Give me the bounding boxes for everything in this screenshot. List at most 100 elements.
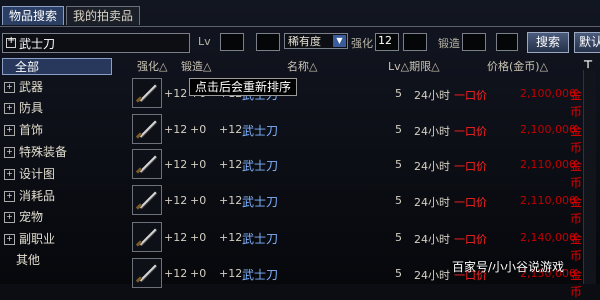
header-enhance[interactable]: 强化△ bbox=[137, 58, 167, 74]
item-name-input[interactable]: 武士刀 bbox=[2, 33, 190, 53]
row-amplify: +12 bbox=[219, 123, 243, 136]
row-period: 24小时 bbox=[414, 125, 450, 138]
tab-divider bbox=[0, 26, 600, 27]
table-row[interactable]: +12 +0 +12 武士刀 5 24小时 一口价 2,110,000 金币 bbox=[132, 149, 582, 190]
category-pet[interactable]: + 宠物 bbox=[2, 209, 110, 226]
row-item-name: 武士刀 bbox=[242, 268, 279, 282]
row-forge: +0 bbox=[190, 158, 207, 171]
category-label: 宠物 bbox=[19, 210, 44, 224]
category-accessory[interactable]: + 首饰 bbox=[2, 122, 110, 139]
category-label: 首饰 bbox=[19, 123, 44, 137]
forge-label: 锻造 bbox=[438, 37, 460, 50]
category-label: 特殊装备 bbox=[19, 145, 68, 159]
row-amplify: +12 bbox=[219, 158, 243, 171]
sword-icon[interactable] bbox=[132, 185, 162, 215]
row-buyout-label: 一口价 bbox=[454, 125, 487, 138]
table-row[interactable]: +12+0+12武士刀524小时一口价2,100,000金币 bbox=[132, 114, 582, 155]
expand-plus-icon[interactable]: + bbox=[4, 103, 15, 114]
header-forge[interactable]: 锻造△ bbox=[181, 58, 211, 74]
row-lv: 5 bbox=[395, 267, 402, 280]
row-amplify: +12 bbox=[219, 194, 243, 207]
row-item-name: 武士刀 bbox=[242, 159, 279, 173]
expand-plus-icon[interactable]: + bbox=[4, 147, 15, 158]
row-price: 2,100,000 bbox=[520, 87, 576, 100]
category-label: 副职业 bbox=[19, 232, 56, 246]
expand-plus-icon[interactable]: + bbox=[4, 82, 15, 93]
category-armor[interactable]: + 防具 bbox=[2, 100, 110, 117]
category-consumable[interactable]: + 消耗品 bbox=[2, 188, 110, 205]
row-lv: 5 bbox=[395, 231, 402, 244]
row-amplify: +12 bbox=[219, 231, 243, 244]
sort-tooltip: 点击后会重新排序 bbox=[189, 78, 298, 96]
category-label: 武器 bbox=[19, 80, 44, 94]
item-name-value: 武士刀 bbox=[19, 36, 56, 51]
lv-max-input[interactable] bbox=[256, 33, 280, 51]
table-row[interactable]: +12 +0 +12 武士刀 5 24小时 一口价 2,110,000 金币 bbox=[132, 185, 582, 226]
category-sidebar: 全部 + 武器 + 防具 + 首饰 + 特殊装备 + 设计图 + 消耗品 + 宠物 + 副职业 … bbox=[0, 56, 113, 284]
enhance-max-input[interactable] bbox=[403, 33, 427, 51]
category-label: 防具 bbox=[19, 101, 44, 115]
category-weapon[interactable]: + 武器 bbox=[2, 79, 110, 96]
row-price: 2,100,000 bbox=[520, 123, 576, 136]
sword-icon[interactable] bbox=[132, 222, 162, 252]
row-buyout-label: 一口价 bbox=[454, 160, 487, 173]
sword-icon[interactable] bbox=[132, 149, 162, 179]
row-item-name: 武士刀 bbox=[242, 232, 279, 246]
category-other[interactable]: 其他 bbox=[2, 252, 124, 269]
row-forge: +0 bbox=[190, 194, 207, 207]
row-currency: 金币 bbox=[570, 268, 583, 299]
expand-plus-icon[interactable]: + bbox=[4, 191, 15, 202]
row-buyout-label: 一口价 bbox=[454, 196, 487, 209]
category-label: 设计图 bbox=[19, 167, 56, 181]
category-blueprint[interactable]: + 设计图 bbox=[2, 166, 110, 183]
row-forge: +0 bbox=[190, 123, 207, 136]
expand-plus-icon[interactable]: + bbox=[4, 212, 15, 223]
expand-plus-icon[interactable]: + bbox=[4, 234, 15, 245]
expand-plus-icon[interactable]: + bbox=[4, 169, 15, 180]
header-lv-period[interactable]: Lv△期限△ bbox=[388, 58, 440, 74]
row-enhance: +12 bbox=[164, 194, 188, 207]
row-forge: +0 bbox=[190, 267, 207, 280]
default-button[interactable]: 默认 bbox=[574, 32, 600, 53]
search-bar: 武士刀 Lv 稀有度 ▼ 强化 12 锻造 搜索 默认 bbox=[0, 32, 600, 54]
row-period: 24小时 bbox=[414, 160, 450, 173]
row-enhance: +12 bbox=[164, 267, 188, 280]
table-row[interactable]: +12 +0 +12 武士刀 5 24小时 一口价 2,140,000 金币 bbox=[132, 222, 582, 263]
row-period: 24小时 bbox=[414, 196, 450, 209]
category-subjob[interactable]: + 副职业 bbox=[2, 231, 110, 248]
header-name[interactable]: 名称△ bbox=[287, 58, 317, 74]
auction-window: 物品搜索 我的拍卖品 武士刀 Lv 稀有度 ▼ 强化 12 锻造 搜索 默认 全… bbox=[0, 0, 600, 299]
row-enhance: +12 bbox=[164, 87, 188, 100]
rarity-value: 稀有度 bbox=[288, 35, 321, 48]
row-item-name: 武士刀 bbox=[242, 195, 279, 209]
row-enhance: +12 bbox=[164, 123, 188, 136]
enhance-input[interactable]: 12 bbox=[375, 33, 399, 51]
row-price: 2,110,000 bbox=[520, 194, 576, 207]
row-lv: 5 bbox=[395, 194, 402, 207]
chevron-down-icon[interactable]: ▼ bbox=[333, 35, 346, 47]
row-lv: 5 bbox=[395, 158, 402, 171]
scrollbar[interactable] bbox=[583, 70, 596, 284]
expand-plus-icon[interactable]: + bbox=[4, 125, 15, 136]
row-amplify: +12 bbox=[219, 267, 243, 280]
forge-min-input[interactable] bbox=[462, 33, 486, 51]
row-price: 2,140,000 bbox=[520, 231, 576, 244]
row-enhance: +12 bbox=[164, 158, 188, 171]
header-price[interactable]: 价格(金币)△ bbox=[487, 58, 548, 74]
row-lv: 5 bbox=[395, 123, 402, 136]
search-button[interactable]: 搜索 bbox=[527, 32, 570, 53]
tab-item-search[interactable]: 物品搜索 bbox=[2, 6, 65, 25]
tab-bar: 物品搜索 我的拍卖品 bbox=[2, 6, 141, 26]
lv-min-input[interactable] bbox=[220, 33, 244, 51]
forge-max-input[interactable] bbox=[496, 33, 518, 51]
category-special-equip[interactable]: + 特殊装备 bbox=[2, 144, 110, 161]
category-all[interactable]: 全部 bbox=[2, 58, 112, 75]
row-period: 24小时 bbox=[414, 89, 450, 102]
sword-icon[interactable] bbox=[132, 114, 162, 144]
rarity-dropdown[interactable]: 稀有度 ▼ bbox=[284, 33, 348, 49]
tab-my-auctions[interactable]: 我的拍卖品 bbox=[66, 6, 141, 25]
row-buyout-label: 一口价 bbox=[454, 89, 487, 102]
sword-icon[interactable] bbox=[132, 78, 162, 108]
category-label: 消耗品 bbox=[19, 189, 56, 203]
enhance-label: 强化 bbox=[351, 37, 373, 50]
